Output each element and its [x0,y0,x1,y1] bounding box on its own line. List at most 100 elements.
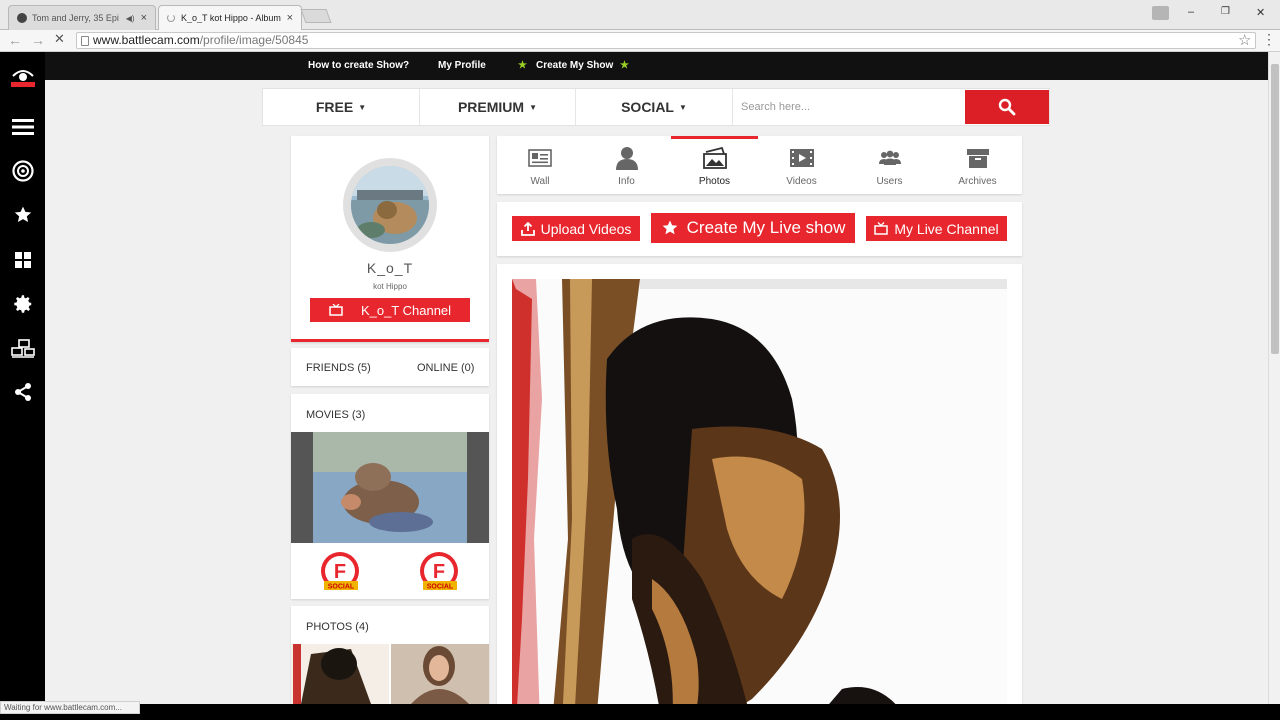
my-channel-label: My Live Channel [894,220,999,237]
new-tab-button[interactable] [300,9,332,23]
badge-text: SOCIAL [328,584,355,591]
network-icon[interactable] [11,336,35,360]
users-icon [878,146,902,170]
main-photo[interactable] [512,279,1007,704]
back-arrow-icon[interactable]: ← [8,32,22,48]
nav-premium-dropdown[interactable]: PREMIUM ▼ [420,89,576,125]
tab-archives[interactable]: Archives [933,136,1022,194]
tab-users[interactable]: Users [846,136,933,194]
photo-viewer [497,264,1022,704]
caret-down-icon: ▼ [529,102,538,112]
nav-premium-label: PREMIUM [457,99,525,115]
nav-free-label: FREE [315,99,354,115]
how-to-create-show-link[interactable]: How to create Show? [308,60,409,71]
upload-videos-button[interactable]: Upload Videos [512,216,640,241]
videos-icon [789,146,814,170]
browser-tab-active[interactable]: K_o_T kot Hippo - Album × [158,5,302,30]
caret-down-icon: ▼ [358,102,367,112]
tab-favicon-icon [17,13,27,23]
audio-icon[interactable]: ◀) [126,14,135,23]
star-icon [662,220,677,235]
tab-label: Wall [530,176,550,187]
upload-icon [520,221,535,236]
upload-label: Upload Videos [540,220,632,237]
loading-icon [167,14,175,22]
nav-social-label: SOCIAL [621,99,674,115]
photo-thumbnail[interactable] [391,644,489,704]
tab-wall[interactable]: Wall [497,136,583,194]
badge-text: SOCIAL [427,584,454,591]
movie-thumbnail[interactable] [291,432,489,543]
bookmark-star-icon[interactable]: ☆ [1238,31,1251,49]
tab-close-icon[interactable]: × [141,12,147,24]
left-sidebar [0,52,45,704]
profile-tabs: Wall Info Photos Videos Users Archives [497,136,1022,194]
caret-down-icon: ▼ [678,102,687,112]
profile-channel-button[interactable]: K_o_T Channel [310,298,470,322]
scroll-thumb[interactable] [1271,64,1279,354]
profile-name: K_o_T [366,260,414,276]
nav-free-dropdown[interactable]: FREE ▼ [263,89,420,125]
card-red-underline [291,339,489,342]
nav-social-dropdown[interactable]: SOCIAL ▼ [576,89,733,125]
restore-icon[interactable]: ❐ [1221,6,1230,17]
page-viewport: How to create Show? My Profile ★ Create … [0,52,1268,704]
tv-icon [329,304,343,316]
action-buttons-card: Upload Videos Create My Live show My Liv… [497,202,1022,256]
search-icon [998,98,1016,116]
user-profile-icon[interactable] [1152,6,1169,20]
tab-label: Info [618,176,635,187]
page-info-icon[interactable] [81,36,89,46]
grid-icon[interactable] [11,248,35,272]
star-icon[interactable] [11,203,35,227]
friends-online-card: FRIENDS (5) ONLINE (0) [291,348,489,386]
address-bar: ← → ✕ www.battlecam.com/profile/image/50… [0,30,1280,52]
tab-title: K_o_T kot Hippo - Album [181,13,281,23]
star-icon: ★ [518,60,527,71]
create-live-show-button[interactable]: Create My Live show [651,213,855,243]
browser-tab-bar: Tom and Jerry, 35 Epi ◀) × K_o_T kot Hip… [0,0,1280,30]
avatar[interactable] [351,166,429,244]
close-window-icon[interactable]: ✕ [1256,6,1265,19]
stop-icon[interactable]: ✕ [54,31,65,47]
friends-count[interactable]: FRIENDS (5) [306,362,371,374]
social-badge-icon[interactable]: F SOCIAL [419,551,463,593]
profile-subtitle: kot Hippo [373,282,407,291]
url-field[interactable]: www.battlecam.com/profile/image/50845 [76,32,1256,49]
tab-photos[interactable]: Photos [671,136,758,194]
online-count[interactable]: ONLINE (0) [417,362,474,374]
target-icon[interactable] [11,159,35,183]
tab-info[interactable]: Info [583,136,670,194]
profile-card: K_o_T kot Hippo K_o_T Channel [291,136,489,342]
menu-icon[interactable] [11,115,35,139]
tab-label: Users [876,176,903,187]
social-badge-icon[interactable]: F SOCIAL [320,551,364,593]
browser-menu-icon[interactable]: ⋮ [1262,31,1276,48]
battlecam-logo[interactable] [9,64,37,90]
browser-tab-tom-and-jerry[interactable]: Tom and Jerry, 35 Epi ◀) × [8,5,156,30]
archives-icon [966,146,989,170]
tab-videos[interactable]: Videos [758,136,845,194]
svg-text:F: F [433,561,445,583]
main-nav: FREE ▼ PREMIUM ▼ SOCIAL ▼ [262,88,1050,126]
tab-label: Videos [786,176,817,187]
minimize-icon[interactable]: – [1188,6,1194,18]
forward-arrow-icon[interactable]: → [31,32,45,48]
photo-thumbnail[interactable] [291,644,389,704]
search-input[interactable] [733,89,965,125]
share-icon[interactable] [11,380,35,404]
tv-icon [874,222,889,235]
movies-card: MOVIES (3) F SOCIAL F SOCIAL [291,394,489,599]
bottom-edge [0,714,1280,720]
create-my-show-link[interactable]: Create My Show [536,60,613,71]
tab-title: Tom and Jerry, 35 Epi [32,13,119,23]
wall-icon [528,146,552,170]
search-button[interactable] [965,90,1049,124]
photos-title: PHOTOS (4) [306,621,369,633]
movies-title: MOVIES (3) [306,409,366,421]
tab-close-icon[interactable]: × [287,12,293,24]
page-scrollbar[interactable] [1268,52,1280,704]
my-profile-link[interactable]: My Profile [438,60,486,71]
settings-icon[interactable] [11,292,35,316]
my-live-channel-button[interactable]: My Live Channel [866,216,1007,241]
